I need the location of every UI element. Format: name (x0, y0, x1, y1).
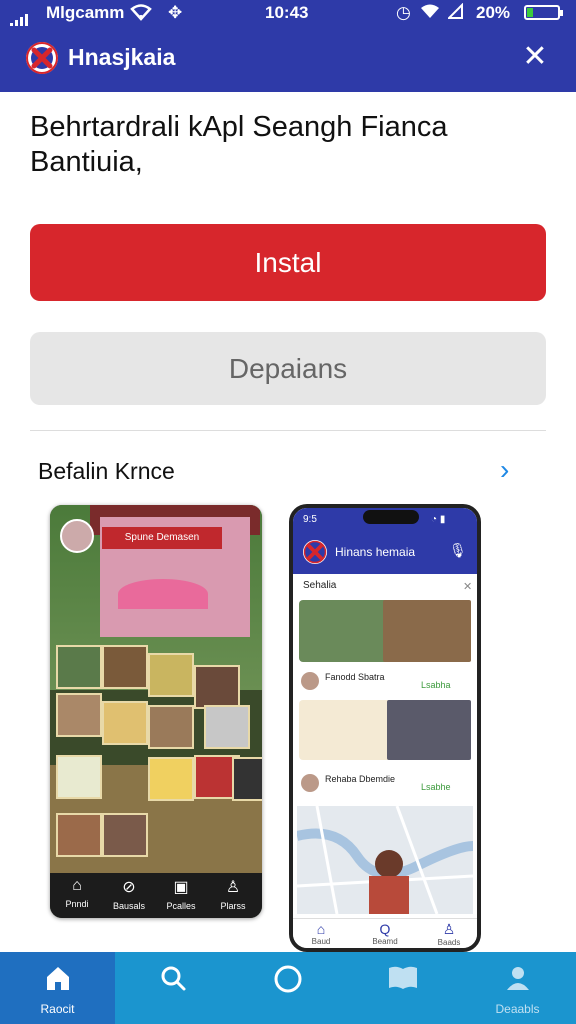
home-icon: ⌂ (316, 921, 326, 937)
screenshot-map-card (299, 700, 471, 760)
data-icon: ✥ (168, 3, 183, 22)
screenshot-app-header: Hinans hemaia 🎙 (293, 532, 477, 574)
install-button[interactable]: Instal (30, 224, 546, 301)
close-icon: ✕ (463, 581, 473, 593)
close-icon[interactable]: ✕ (518, 40, 552, 74)
battery-percent: 20% (476, 3, 511, 22)
compass-icon: ⊘ (122, 879, 136, 896)
mic-icon: 🎙 (449, 542, 467, 558)
chevron-right-icon[interactable]: › (500, 454, 509, 486)
screenshot-house-card (299, 600, 471, 662)
alarm-icon: ◷ (396, 3, 411, 22)
page-title: Behrtardrali kApl Seangh Fianca Bantiuia… (30, 111, 448, 178)
home-icon: ⌂ (72, 877, 82, 894)
battery-icon (524, 5, 563, 20)
profile-icon (460, 964, 575, 998)
details-button[interactable]: Depaians (30, 332, 546, 405)
screenshot-section: Sehalia (303, 580, 337, 591)
avatar (301, 774, 319, 792)
avatar (60, 519, 94, 553)
status-bar: Mlgcamm ✥ 10:43 ◷ 20% (0, 0, 576, 28)
screenshot-sign: Spune Demasen (102, 527, 222, 549)
app-logo-icon (26, 42, 58, 74)
tv-icon: ▣ (173, 879, 189, 896)
tab-search[interactable] (115, 952, 230, 1024)
home-icon (0, 964, 115, 998)
tab-home[interactable]: Raocit (0, 952, 115, 1024)
tab-profile-label: Deaabls (495, 1002, 540, 1016)
tab-library[interactable] (345, 952, 460, 1024)
carrier-name: Mlgcamm (46, 3, 125, 22)
user-icon: ♙ (225, 879, 241, 896)
screenshot-status-bar: 9:5 ◔ ▮ (293, 508, 477, 532)
cell-signal-icon (446, 2, 464, 24)
app-logo-icon (303, 540, 327, 564)
screenshot-bottom-nav: ⌂ Pnndi ⊘ Bausals ▣ Pcalles ♙ Plarss (50, 873, 262, 918)
screenshot-map (295, 805, 474, 915)
circle-icon (230, 964, 345, 1000)
screenshot-bottom-nav: ⌂ Baud Q Beamd ♙ Baads (293, 918, 477, 948)
wifi-icon: ◔ ▮ (431, 514, 446, 525)
wifi-icon (130, 3, 152, 26)
book-icon (345, 964, 460, 998)
avatar (301, 672, 319, 690)
app-header: Hnasjkaia ✕ (0, 26, 576, 92)
user-icon: ♙ (442, 921, 456, 937)
bottom-nav: Raocit Deaabls (0, 952, 576, 1024)
umbrella-image (118, 579, 208, 609)
clock: 10:43 (265, 3, 309, 22)
preview-screenshot-1[interactable]: Spune Demasen ⌂ Pnndi ⊘ Bausals ▣ Pcalles ♙… (50, 505, 262, 918)
preview-section-title: Befalin Krnce (38, 458, 175, 484)
search-icon (115, 964, 230, 998)
photo-grid (56, 645, 262, 865)
screenshot-title: Hinans hemaia (335, 545, 416, 559)
divider (30, 430, 546, 431)
preview-screenshot-2[interactable]: 9:5 ◔ ▮ Hinans hemaia 🎙 Sehalia ✕ Fanodd… (289, 504, 481, 952)
tab-profile[interactable]: Deaabls (460, 952, 575, 1024)
app-title: Hnasjkaia (68, 44, 176, 70)
wifi-icon-2 (420, 3, 440, 24)
tab-circle[interactable] (230, 952, 345, 1024)
tab-home-label: Raocit (40, 1002, 75, 1016)
signal-icon (10, 8, 30, 28)
search-icon: Q (379, 921, 391, 937)
